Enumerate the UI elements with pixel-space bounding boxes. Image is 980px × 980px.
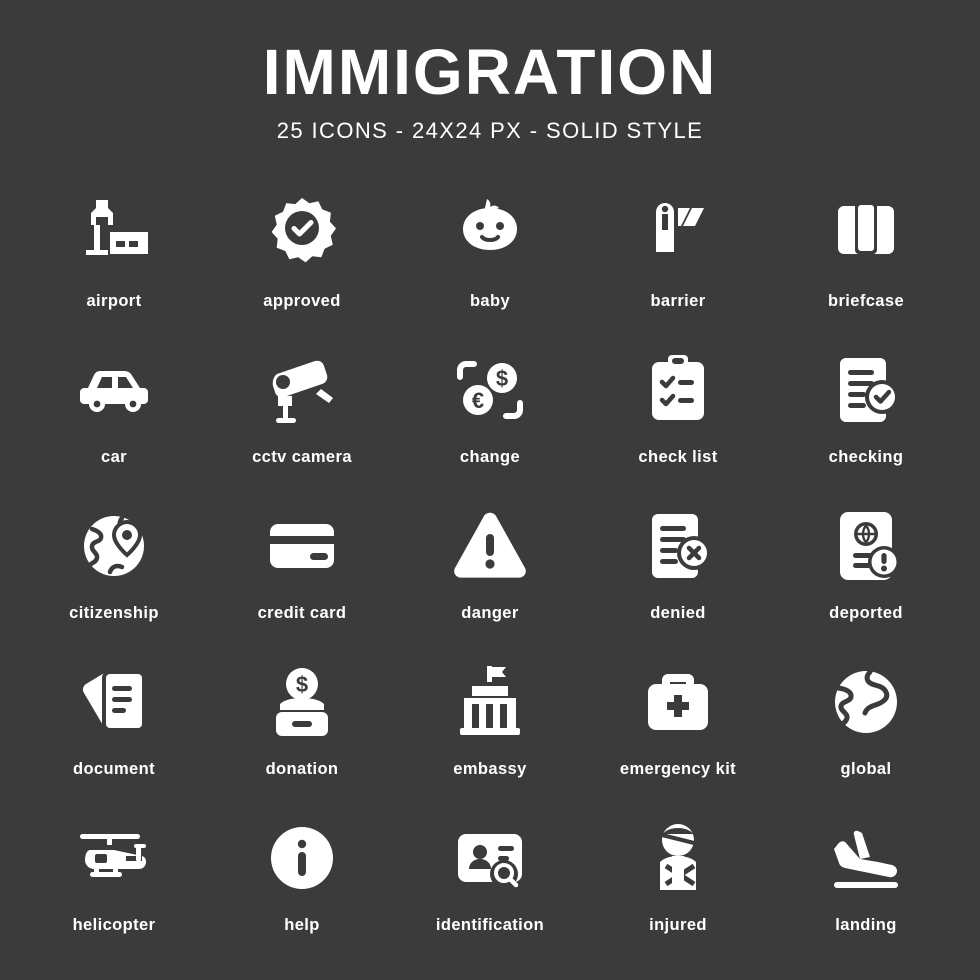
icon-cell-deported[interactable]: deported: [772, 494, 960, 650]
icon-label: document: [72, 760, 156, 778]
icon-sheet: IMMIGRATION 25 ICONS - 24X24 PX - SOLID …: [0, 0, 980, 980]
icon-cell-citizenship[interactable]: citizenship: [20, 494, 208, 650]
check-list-icon: [626, 338, 730, 442]
icon-grid: airport approved baby barrier briefcase …: [0, 182, 980, 980]
icon-cell-emergency-kit[interactable]: emergency kit: [584, 650, 772, 806]
icon-cell-approved[interactable]: approved: [208, 182, 396, 338]
approved-icon: [250, 182, 354, 286]
icon-cell-help[interactable]: help: [208, 806, 396, 962]
icon-label: emergency kit: [619, 760, 737, 778]
page-subtitle: 25 ICONS - 24X24 PX - SOLID STYLE: [276, 118, 704, 143]
icon-label: identification: [435, 916, 545, 934]
icon-label: injured: [649, 916, 707, 934]
donation-icon: $: [250, 650, 354, 754]
citizenship-icon: [62, 494, 166, 598]
emergency-kit-icon: [626, 650, 730, 754]
icon-label: global: [840, 760, 892, 778]
icon-cell-embassy[interactable]: embassy: [396, 650, 584, 806]
icon-cell-danger[interactable]: danger: [396, 494, 584, 650]
page-title: IMMIGRATION: [262, 36, 718, 108]
icon-label: donation: [265, 760, 339, 778]
danger-icon: [438, 494, 542, 598]
icon-cell-denied[interactable]: denied: [584, 494, 772, 650]
icon-cell-barrier[interactable]: barrier: [584, 182, 772, 338]
icon-cell-airport[interactable]: airport: [20, 182, 208, 338]
icon-label: credit card: [257, 604, 347, 622]
briefcase-icon: [814, 182, 918, 286]
injured-icon: [626, 806, 730, 910]
checking-icon: [814, 338, 918, 442]
embassy-icon: [438, 650, 542, 754]
icon-label: airport: [86, 292, 142, 310]
icon-label: approved: [263, 292, 341, 310]
icon-cell-credit-card[interactable]: credit card: [208, 494, 396, 650]
icon-label: deported: [829, 604, 903, 622]
icon-label: helicopter: [72, 916, 156, 934]
icon-cell-checking[interactable]: checking: [772, 338, 960, 494]
helicopter-icon: [62, 806, 166, 910]
icon-cell-injured[interactable]: injured: [584, 806, 772, 962]
barrier-icon: [626, 182, 730, 286]
cctv-camera-icon: [250, 338, 354, 442]
deported-icon: [814, 494, 918, 598]
credit-card-icon: [250, 494, 354, 598]
airport-icon: [62, 182, 166, 286]
denied-icon: [626, 494, 730, 598]
icon-label: citizenship: [69, 604, 159, 622]
help-icon: [250, 806, 354, 910]
svg-text:$: $: [296, 672, 308, 697]
icon-label: cctv camera: [252, 448, 352, 466]
icon-label: barrier: [650, 292, 706, 310]
icon-label: baby: [469, 292, 511, 310]
icon-label: checking: [828, 448, 904, 466]
car-icon: [62, 338, 166, 442]
change-icon: $ €: [438, 338, 542, 442]
icon-cell-change[interactable]: $ € change: [396, 338, 584, 494]
icon-cell-baby[interactable]: baby: [396, 182, 584, 338]
icon-cell-donation[interactable]: $ donation: [208, 650, 396, 806]
icon-cell-cctv-camera[interactable]: cctv camera: [208, 338, 396, 494]
document-icon: [62, 650, 166, 754]
icon-cell-document[interactable]: document: [20, 650, 208, 806]
baby-icon: [438, 182, 542, 286]
identification-icon: [438, 806, 542, 910]
icon-cell-helicopter[interactable]: helicopter: [20, 806, 208, 962]
icon-label: check list: [638, 448, 718, 466]
icon-label: landing: [835, 916, 897, 934]
icon-cell-landing[interactable]: landing: [772, 806, 960, 962]
icon-label: car: [101, 448, 127, 466]
icon-cell-identification[interactable]: identification: [396, 806, 584, 962]
icon-cell-car[interactable]: car: [20, 338, 208, 494]
landing-icon: [814, 806, 918, 910]
svg-text:$: $: [496, 366, 508, 391]
icon-cell-briefcase[interactable]: briefcase: [772, 182, 960, 338]
icon-label: change: [459, 448, 521, 466]
icon-cell-global[interactable]: global: [772, 650, 960, 806]
icon-label: denied: [650, 604, 706, 622]
global-icon: [814, 650, 918, 754]
icon-cell-check-list[interactable]: check list: [584, 338, 772, 494]
icon-label: help: [284, 916, 320, 934]
icon-label: embassy: [453, 760, 527, 778]
icon-label: briefcase: [827, 292, 905, 310]
icon-label: danger: [461, 604, 519, 622]
svg-text:€: €: [472, 388, 484, 413]
